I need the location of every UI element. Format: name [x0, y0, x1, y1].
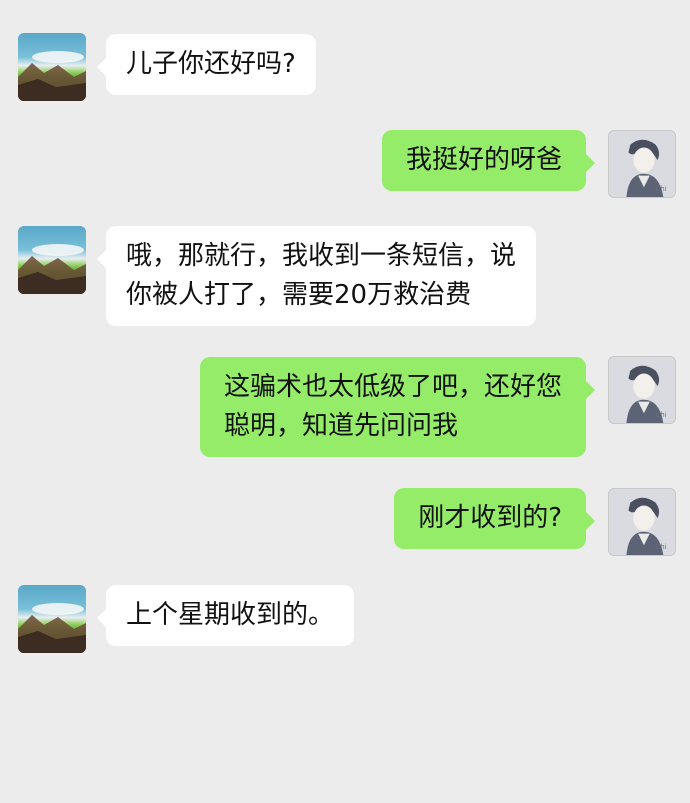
- father-avatar[interactable]: [18, 33, 86, 101]
- message-bubble-outgoing: 刚才收到的?: [394, 488, 595, 549]
- svg-text:Chi: Chi: [656, 185, 667, 193]
- son-avatar[interactable]: Chi: [608, 356, 676, 424]
- landscape-avatar-icon: [18, 603, 86, 653]
- message-text: 刚才收到的?: [418, 503, 562, 533]
- son-avatar[interactable]: Chi: [608, 130, 676, 198]
- message-text: 哦，那就行，我收到一条短信，说: [126, 241, 517, 271]
- son-avatar[interactable]: Chi: [608, 488, 676, 556]
- message-bubble-incoming: 上个星期收到的。: [96, 585, 355, 646]
- svg-text:Chi: Chi: [656, 411, 667, 419]
- message-bubble-outgoing: 这骗术也太低级了吧，还好您 聪明，知道先问问我: [199, 357, 596, 457]
- message-text: 上个星期收到的。: [126, 600, 335, 630]
- landscape-avatar-icon: [18, 51, 86, 101]
- father-avatar[interactable]: [18, 226, 86, 294]
- message-text: 你被人打了，需要20万救治费: [126, 280, 472, 310]
- landscape-avatar-icon: [18, 244, 86, 294]
- message-bubble-incoming: 哦，那就行，我收到一条短信，说 你被人打了，需要20万救治费: [96, 226, 537, 326]
- message-bubble-outgoing: 我挺好的呀爸: [381, 130, 596, 191]
- message-bubble-incoming: 儿子你还好吗?: [97, 34, 316, 95]
- anime-boy-avatar-icon: Chi: [609, 489, 675, 555]
- svg-text:Chi: Chi: [656, 543, 667, 551]
- message-text: 聪明，知道先问问我: [223, 411, 458, 441]
- anime-boy-avatar-icon: Chi: [609, 357, 675, 423]
- message-text: 这骗术也太低级了吧，还好您: [223, 372, 562, 402]
- father-avatar[interactable]: [18, 585, 86, 653]
- message-text: 儿子你还好吗?: [126, 49, 296, 79]
- message-text: 我挺好的呀爸: [405, 145, 562, 175]
- anime-boy-avatar-icon: Chi: [609, 131, 675, 197]
